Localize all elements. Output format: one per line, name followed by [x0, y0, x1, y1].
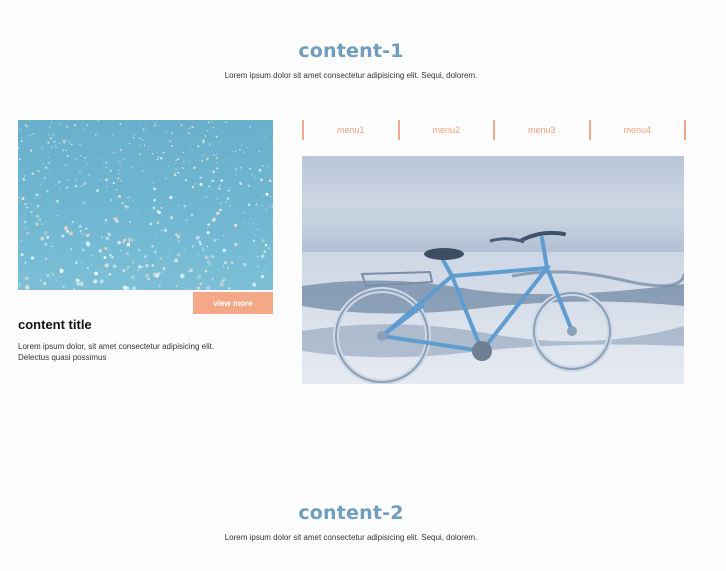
section-description: Lorem ipsum dolor sit amet consectetur a…	[224, 533, 478, 542]
glitter-image	[18, 120, 273, 290]
content-text: Lorem ipsum dolor, sit amet consectetur …	[18, 342, 215, 362]
menu-bar: menu1 menu2 menu3 menu4	[302, 120, 686, 140]
menu-item-3[interactable]: menu3	[495, 120, 591, 140]
view-more-button[interactable]: view more	[193, 292, 273, 314]
section-title: content-2	[298, 502, 404, 524]
section-title: content-1	[298, 40, 404, 62]
menu-item-4[interactable]: menu4	[591, 120, 686, 140]
section-description: Lorem ipsum dolor sit amet consectetur a…	[224, 71, 478, 80]
content-title: content title	[18, 317, 92, 332]
bicycle-image	[302, 156, 684, 384]
menu-item-1[interactable]: menu1	[304, 120, 400, 140]
menu-item-2[interactable]: menu2	[400, 120, 495, 140]
